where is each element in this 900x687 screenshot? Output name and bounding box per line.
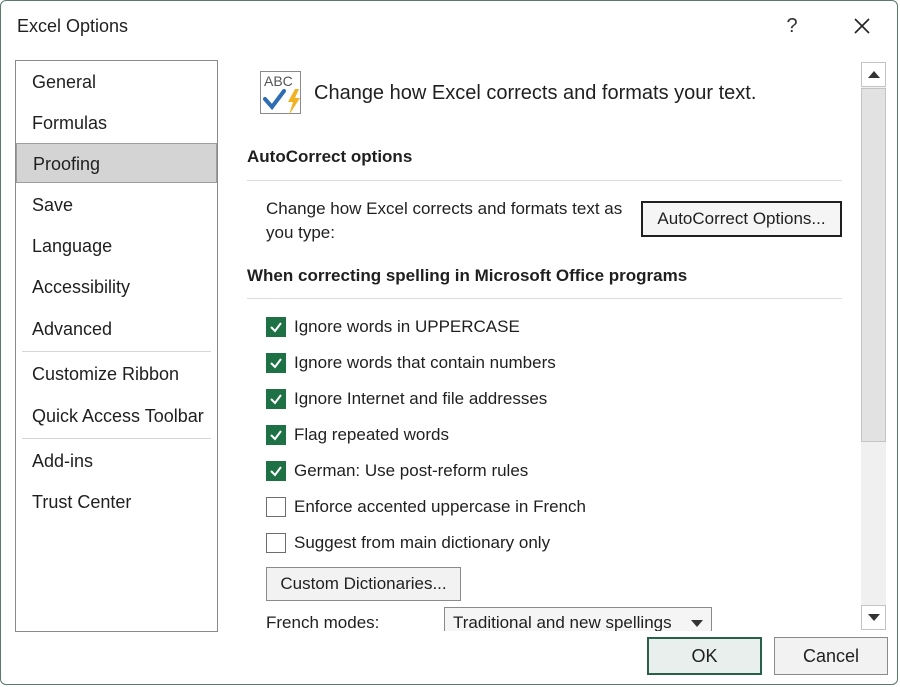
header-description: Change how Excel corrects and formats yo… — [314, 82, 757, 104]
option-label: Suggest from main dictionary only — [294, 533, 551, 552]
help-button[interactable]: ? — [769, 9, 815, 43]
option-ignore-numbers[interactable]: Ignore words that contain numbers — [266, 351, 556, 375]
section-divider — [247, 298, 842, 299]
nav-item-save[interactable]: Save — [16, 185, 217, 225]
autocorrect-options-button[interactable]: AutoCorrect Options... — [641, 201, 842, 237]
proofing-panel: ABC Change how Excel corrects and format… — [231, 61, 859, 631]
option-label: Ignore words that contain numbers — [294, 353, 556, 372]
checkbox[interactable] — [266, 425, 286, 445]
option-ignore-internet-addresses[interactable]: Ignore Internet and file addresses — [266, 387, 547, 411]
svg-text:ABC: ABC — [264, 73, 293, 89]
option-ignore-uppercase[interactable]: Ignore words in UPPERCASE — [266, 315, 520, 339]
checkbox[interactable] — [266, 461, 286, 481]
dialog-title: Excel Options — [17, 16, 129, 36]
nav-item-add-ins[interactable]: Add-ins — [16, 441, 217, 481]
nav-divider — [22, 351, 211, 352]
french-modes-value: Traditional and new spellings — [453, 613, 672, 631]
nav-item-quick-access-toolbar[interactable]: Quick Access Toolbar — [16, 396, 217, 436]
autocorrect-section-title: AutoCorrect options — [247, 147, 413, 166]
nav-item-advanced[interactable]: Advanced — [16, 309, 217, 349]
option-german-post-reform[interactable]: German: Use post-reform rules — [266, 459, 528, 483]
nav-divider — [22, 438, 211, 439]
excel-options-dialog: Excel Options ? General Formulas Proofin… — [0, 0, 898, 685]
option-label: German: Use post-reform rules — [294, 461, 529, 480]
checkmark-icon — [270, 358, 282, 369]
section-divider — [247, 180, 842, 181]
ok-button[interactable]: OK — [647, 637, 762, 675]
title-bar: Excel Options ? — [1, 1, 897, 51]
checkmark-icon — [270, 394, 282, 405]
close-button[interactable] — [839, 9, 885, 43]
custom-dictionaries-button[interactable]: Custom Dictionaries... — [266, 567, 461, 601]
close-icon — [854, 18, 870, 34]
option-label: Flag repeated words — [294, 425, 449, 444]
chevron-down-icon — [691, 620, 703, 627]
option-french-accented-uppercase[interactable]: Enforce accented uppercase in French — [266, 495, 586, 519]
arrow-up-icon — [867, 71, 880, 78]
scrollbar-thumb[interactable] — [861, 88, 886, 442]
scroll-up-button[interactable] — [861, 62, 886, 87]
nav-item-accessibility[interactable]: Accessibility — [16, 267, 217, 307]
checkbox[interactable] — [266, 533, 286, 553]
nav-item-general[interactable]: General — [16, 62, 217, 102]
french-modes-select[interactable]: Traditional and new spellings — [444, 607, 712, 631]
checkbox[interactable] — [266, 389, 286, 409]
arrow-down-icon — [867, 614, 880, 621]
vertical-scrollbar[interactable] — [861, 62, 886, 630]
options-nav: General Formulas Proofing Save Language … — [15, 60, 218, 632]
french-modes-label: French modes: — [266, 613, 380, 631]
option-main-dictionary-only[interactable]: Suggest from main dictionary only — [266, 531, 550, 555]
spelling-section-title: When correcting spelling in Microsoft Of… — [247, 266, 688, 285]
checkmark-icon — [270, 430, 282, 441]
nav-item-trust-center[interactable]: Trust Center — [16, 482, 217, 522]
option-label: Ignore Internet and file addresses — [294, 389, 548, 408]
nav-item-proofing[interactable]: Proofing — [16, 143, 217, 183]
option-label: Ignore words in UPPERCASE — [294, 317, 520, 336]
scroll-down-button[interactable] — [861, 605, 886, 630]
nav-item-customize-ribbon[interactable]: Customize Ribbon — [16, 354, 217, 394]
option-label: Enforce accented uppercase in French — [294, 497, 587, 516]
cancel-button[interactable]: Cancel — [774, 637, 888, 675]
abc-check-icon: ABC — [260, 71, 301, 115]
checkmark-icon — [270, 466, 282, 477]
checkmark-icon — [270, 322, 282, 333]
nav-item-language[interactable]: Language — [16, 226, 217, 266]
checkbox[interactable] — [266, 317, 286, 337]
nav-item-formulas[interactable]: Formulas — [16, 103, 217, 143]
checkbox[interactable] — [266, 497, 286, 517]
option-flag-repeated-words[interactable]: Flag repeated words — [266, 423, 449, 447]
checkbox[interactable] — [266, 353, 286, 373]
autocorrect-description: Change how Excel corrects and formats te… — [266, 199, 623, 242]
